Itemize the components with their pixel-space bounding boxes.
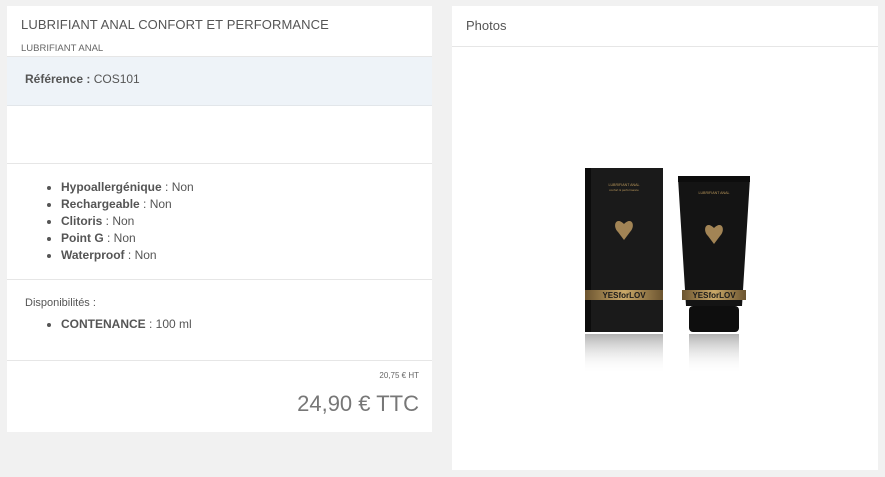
- box-line2: confort & performance: [609, 188, 639, 192]
- product-tube: LUBRIFIANT ANAL YESforLOV: [678, 176, 750, 374]
- feature-label: Clitoris: [61, 214, 103, 228]
- product-photo[interactable]: LUBRIFIANT ANAL confort & performance YE…: [582, 166, 752, 376]
- feature-value: : Non: [124, 248, 157, 262]
- price-ttc: 24,90 € TTC: [297, 391, 419, 416]
- feature-item: Hypoallergénique : Non: [61, 179, 432, 196]
- feature-label: Waterproof: [61, 248, 125, 262]
- price-block: 20,75 € HT 24,90 € TTC: [7, 361, 432, 426]
- product-photo-svg: LUBRIFIANT ANAL confort & performance YE…: [585, 168, 750, 374]
- feature-value: : Non: [103, 231, 136, 245]
- availability-section: Disponibilités : CONTENANCE : 100 ml: [7, 280, 432, 361]
- box-brand: YESforLOV: [602, 291, 646, 300]
- feature-item: Point G : Non: [61, 230, 432, 247]
- tube-brand: YESforLOV: [692, 291, 736, 300]
- product-header: LUBRIFIANT ANAL CONFORT ET PERFORMANCE L…: [7, 6, 432, 57]
- availability-label: Disponibilités :: [25, 297, 96, 309]
- photos-panel: Photos LUBRIFIANT ANAL confort & perform…: [452, 6, 878, 470]
- feature-label: Hypoallergénique: [61, 180, 162, 194]
- availability-list: CONTENANCE : 100 ml: [7, 316, 432, 333]
- feature-label: Rechargeable: [61, 197, 140, 211]
- availability-item-label: CONTENANCE: [61, 317, 146, 331]
- price-ht: 20,75 € HT: [379, 371, 419, 380]
- feature-value: : Non: [161, 180, 194, 194]
- feature-label: Point G: [61, 231, 104, 245]
- box-line1: LUBRIFIANT ANAL: [608, 183, 639, 187]
- availability-item: CONTENANCE : 100 ml: [61, 316, 432, 333]
- features-list: Hypoallergénique : Non Rechargeable : No…: [7, 179, 432, 264]
- feature-value: : Non: [102, 214, 135, 228]
- product-title: LUBRIFIANT ANAL CONFORT ET PERFORMANCE: [21, 17, 329, 32]
- photos-header: Photos: [452, 6, 878, 47]
- features-section: Hypoallergénique : Non Rechargeable : No…: [7, 164, 432, 280]
- feature-item: Waterproof : Non: [61, 247, 432, 264]
- feature-item: Clitoris : Non: [61, 213, 432, 230]
- availability-item-value: : 100 ml: [145, 317, 192, 331]
- reference-row: Référence : COS101: [7, 57, 432, 106]
- product-category: LUBRIFIANT ANAL: [21, 43, 104, 54]
- product-details-panel: LUBRIFIANT ANAL CONFORT ET PERFORMANCE L…: [7, 6, 432, 432]
- reference-label: Référence :: [25, 72, 91, 86]
- reference-value: COS101: [90, 72, 140, 86]
- description-area: [7, 106, 432, 164]
- tube-line1: LUBRIFIANT ANAL: [698, 191, 729, 195]
- feature-item: Rechargeable : Non: [61, 196, 432, 213]
- feature-value: : Non: [139, 197, 172, 211]
- product-box: LUBRIFIANT ANAL confort & performance YE…: [585, 168, 663, 374]
